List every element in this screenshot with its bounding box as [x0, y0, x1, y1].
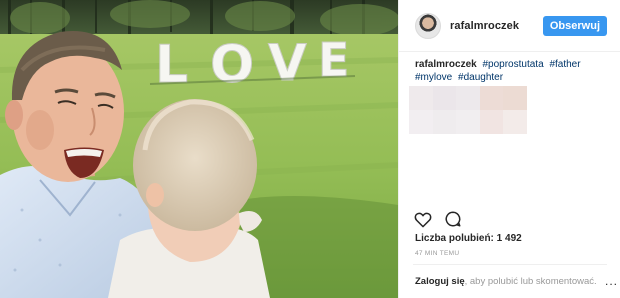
- like-button[interactable]: [413, 209, 433, 229]
- post-header: rafalmroczek Obserwuj: [399, 0, 620, 52]
- love-letter-v: V: [268, 34, 307, 92]
- hashtag-link[interactable]: #mylove: [415, 72, 452, 83]
- heart-icon: [414, 212, 432, 227]
- username-link[interactable]: rafalmroczek: [450, 20, 519, 32]
- love-sign: L O V E: [155, 33, 350, 96]
- likes-count[interactable]: Liczba polubień: 1 492: [415, 233, 522, 244]
- login-prompt-text: , aby polubić lub skomentować.: [464, 276, 597, 287]
- instagram-embed: L O V E rafalmroczek Obserwuj rafalmrocz…: [0, 0, 620, 298]
- love-letter-l: L: [155, 35, 188, 95]
- love-letter-o: O: [210, 35, 254, 95]
- login-link[interactable]: Zaloguj się: [415, 276, 465, 287]
- post-caption: rafalmroczek #poprostutata #father #mylo…: [415, 58, 611, 84]
- comment-icon: [445, 211, 461, 227]
- comment-button[interactable]: [443, 209, 463, 229]
- caption-username-link[interactable]: rafalmroczek: [415, 59, 477, 70]
- post-actions: [413, 208, 463, 230]
- post-photo[interactable]: L O V E: [0, 0, 398, 298]
- post-panel: rafalmroczek Obserwuj rafalmroczek #popr…: [398, 0, 620, 298]
- hashtag-link[interactable]: #daughter: [458, 72, 503, 83]
- hashtag-link[interactable]: #father: [549, 59, 580, 70]
- love-letter-e: E: [318, 33, 349, 87]
- divider: [413, 264, 607, 265]
- photo-scene: L O V E: [0, 0, 398, 298]
- blurred-comments: [409, 86, 527, 134]
- follow-button[interactable]: Obserwuj: [542, 15, 607, 36]
- login-prompt: Zaloguj się, aby polubić lub skomentować…: [415, 274, 617, 288]
- more-options-button[interactable]: ...: [605, 274, 618, 288]
- post-timestamp: 47 MIN TEMU: [415, 250, 460, 257]
- avatar[interactable]: [415, 12, 441, 39]
- hashtag-link[interactable]: #poprostutata: [482, 59, 543, 70]
